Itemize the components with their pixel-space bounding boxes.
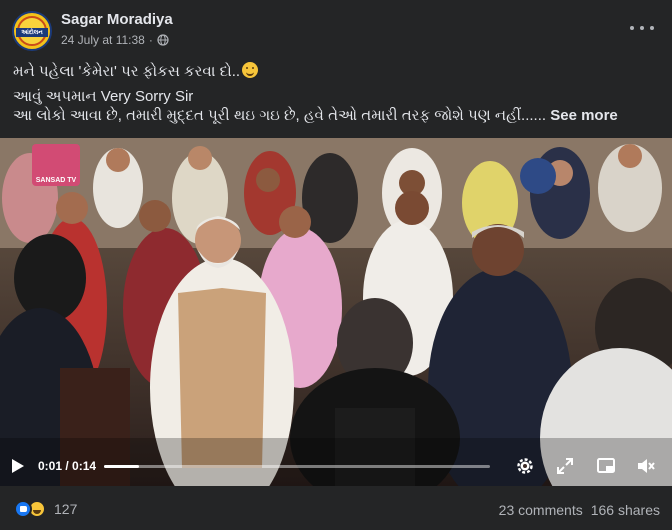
- post-text-line-2: આવું અપમાન Very Sorry Sir: [13, 88, 194, 105]
- like-icon: [14, 500, 32, 518]
- reactions-summary[interactable]: 127: [14, 500, 77, 518]
- reaction-count: 127: [54, 501, 78, 517]
- play-icon[interactable]: [12, 459, 24, 473]
- post-text-line-1-content: મને પહેલા 'કેમેરા' પર ફોકસ કરવા દો..: [13, 63, 241, 80]
- see-more-link[interactable]: See more: [550, 107, 618, 124]
- fullscreen-expand-icon[interactable]: [555, 456, 575, 476]
- video-time-separator: /: [62, 459, 73, 473]
- video-player[interactable]: SANSAD TV: [0, 138, 672, 486]
- video-progress-fill: [104, 465, 139, 468]
- post-timestamp[interactable]: 24 July at 11:38: [61, 33, 145, 47]
- post-meta: 24 July at 11:38 ·: [61, 33, 169, 47]
- picture-in-picture-icon[interactable]: [596, 456, 616, 476]
- video-frame: SANSAD TV: [0, 138, 672, 486]
- video-progress-bar[interactable]: [104, 465, 490, 468]
- more-horizontal-icon[interactable]: [630, 20, 654, 36]
- settings-gear-icon[interactable]: [515, 456, 535, 476]
- post-text-line-3-content: આ લોકો આવા છે, તમારી મુદ્દત પૂરી થઇ ગઇ છ…: [13, 107, 551, 124]
- video-current-time: 0:01: [38, 459, 63, 473]
- post-text-line-1: મને પહેલા 'કેમેરા' પર ફોકસ કરવા દો..: [13, 62, 259, 80]
- volume-muted-icon[interactable]: [636, 456, 656, 476]
- video-watermark: SANSAD TV: [36, 177, 77, 184]
- globe-icon[interactable]: [157, 34, 169, 46]
- author-name[interactable]: Sagar Moradiya: [61, 11, 173, 28]
- facebook-post: આંદોલન Sagar Moradiya 24 July at 11:38 ·…: [0, 0, 672, 530]
- avatar-label: આંદોલન: [16, 28, 48, 37]
- smiling-face-icon: [242, 62, 259, 78]
- author-avatar[interactable]: આંદોલન: [12, 11, 52, 51]
- engagement-stats: 23 comments 166 shares: [499, 502, 660, 518]
- video-time: 0:01 / 0:14: [38, 459, 96, 473]
- shares-count[interactable]: 166 shares: [591, 502, 660, 518]
- comments-count[interactable]: 23 comments: [499, 502, 583, 518]
- post-text-line-3: આ લોકો આવા છે, તમારી મુદ્દત પૂરી થઇ ગઇ છ…: [13, 107, 618, 124]
- video-duration: 0:14: [72, 459, 97, 473]
- meta-separator: ·: [148, 33, 153, 47]
